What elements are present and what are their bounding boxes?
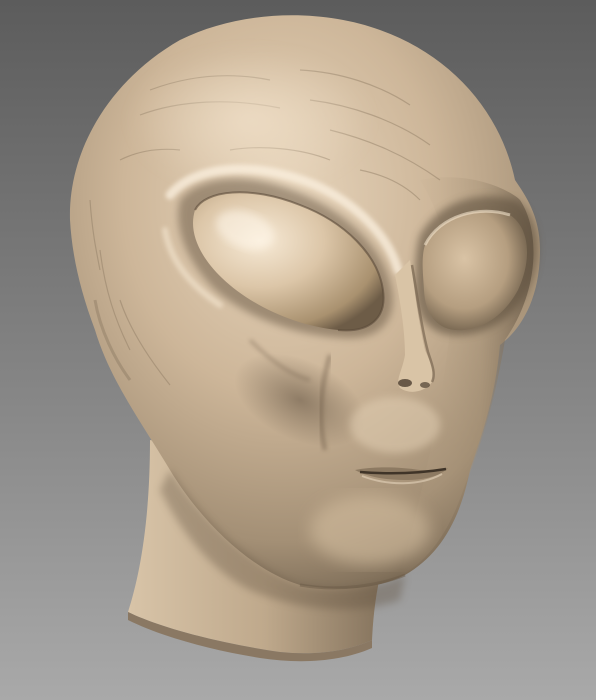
alien-head-render — [0, 0, 596, 700]
sculpt-viewport[interactable] — [0, 0, 596, 700]
